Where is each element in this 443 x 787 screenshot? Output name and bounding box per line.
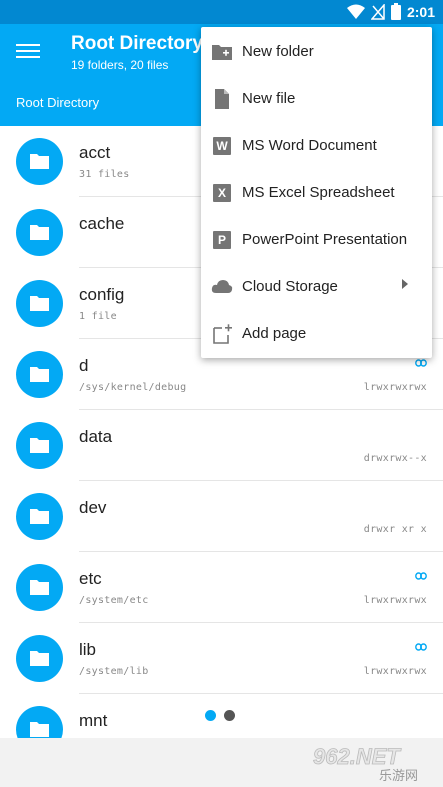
file-name: acct xyxy=(79,143,111,162)
folder-icon xyxy=(16,422,63,469)
powerpoint-icon: P xyxy=(211,229,233,251)
file-name: cache xyxy=(79,214,125,233)
file-permissions: lrwxrwxrwx xyxy=(363,382,427,393)
menu-label: Cloud Storage xyxy=(242,278,338,295)
menu-item-ms-word[interactable]: W MS Word Document xyxy=(201,122,432,169)
menu-label: New file xyxy=(242,90,296,107)
page-title: Root Directory xyxy=(71,33,203,54)
link-icon xyxy=(415,359,427,367)
status-bar: 2:01 xyxy=(0,0,443,24)
list-item[interactable]: dev drwxr xr x xyxy=(0,481,443,552)
cloud-icon xyxy=(211,280,233,293)
excel-icon: X xyxy=(211,182,233,204)
folder-icon xyxy=(16,209,63,256)
status-time: 2:01 xyxy=(406,3,435,20)
folder-icon xyxy=(16,564,63,611)
file-detail: /sys/kernel/debug xyxy=(79,382,187,393)
file-detail: /system/etc xyxy=(79,595,149,606)
file-name: lib xyxy=(79,640,97,659)
svg-text:962.NET: 962.NET xyxy=(313,744,401,769)
list-item[interactable]: lib/system/lib lrwxrwxrwx xyxy=(0,623,443,694)
file-name: data xyxy=(79,427,113,446)
list-item[interactable]: etc/system/etc lrwxrwxrwx xyxy=(0,552,443,623)
menu-item-powerpoint[interactable]: P PowerPoint Presentation xyxy=(201,216,432,263)
signal-off-icon xyxy=(370,3,385,20)
watermark-logo: 962.NET 乐游网 xyxy=(313,744,418,784)
folder-icon xyxy=(16,635,63,682)
menu-label: MS Word Document xyxy=(242,137,377,154)
file-detail: 31 files xyxy=(79,169,130,180)
breadcrumb[interactable]: Root Directory xyxy=(16,95,99,110)
menu-label: Add page xyxy=(242,325,307,342)
folder-icon xyxy=(16,351,63,398)
hamburger-menu-icon[interactable] xyxy=(16,40,40,64)
wifi-icon xyxy=(346,4,365,19)
page-subtitle: 19 folders, 20 files xyxy=(71,58,169,72)
list-item[interactable]: data drwxrwx--x xyxy=(0,410,443,481)
page-indicator xyxy=(205,710,235,721)
menu-item-add-page[interactable]: Add page xyxy=(201,310,432,357)
menu-item-ms-excel[interactable]: X MS Excel Spreadsheet xyxy=(201,169,432,216)
menu-item-cloud-storage[interactable]: Cloud Storage xyxy=(201,263,432,310)
new-folder-icon xyxy=(212,45,232,60)
page-dot-active[interactable] xyxy=(205,710,216,721)
word-icon: W xyxy=(211,135,233,157)
svg-text:乐游网: 乐游网 xyxy=(379,769,418,784)
file-detail: /system/lib xyxy=(79,666,149,677)
link-icon xyxy=(415,572,427,580)
add-page-icon xyxy=(213,324,232,344)
menu-item-new-folder[interactable]: New folder xyxy=(201,28,432,75)
screen: 2:01 Root Directory 19 folders, 20 files… xyxy=(0,0,443,787)
menu-label: PowerPoint Presentation xyxy=(242,231,408,248)
file-detail: 1 file xyxy=(79,311,117,322)
file-icon xyxy=(215,89,229,109)
file-permissions: lrwxrwxrwx xyxy=(363,666,427,677)
menu-label: MS Excel Spreadsheet xyxy=(242,184,395,201)
submenu-arrow-icon xyxy=(402,279,408,289)
file-permissions: drwxrwx--x xyxy=(363,453,427,464)
file-permissions: lrwxrwxrwx xyxy=(363,595,427,606)
page-dot[interactable] xyxy=(224,710,235,721)
folder-icon xyxy=(16,280,63,327)
overflow-menu: New folder New file W MS Word Document X… xyxy=(201,27,432,358)
status-icons: 2:01 xyxy=(346,3,435,20)
link-icon xyxy=(415,643,427,651)
file-name: config xyxy=(79,285,125,304)
file-name: d xyxy=(79,356,89,375)
file-permissions: drwxr xr x xyxy=(363,524,427,535)
menu-item-new-file[interactable]: New file xyxy=(201,75,432,122)
folder-icon xyxy=(16,138,63,185)
menu-label: New folder xyxy=(242,43,314,60)
file-name: mnt xyxy=(79,711,108,730)
file-name: dev xyxy=(79,498,107,517)
file-name: etc xyxy=(79,569,102,588)
folder-icon xyxy=(16,493,63,540)
folder-icon xyxy=(16,706,63,738)
battery-icon xyxy=(390,3,401,20)
